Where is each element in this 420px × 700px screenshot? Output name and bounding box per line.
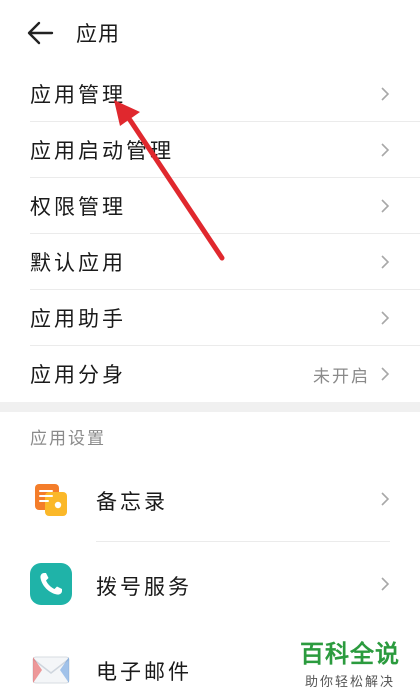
menu-item-label: 应用助手 — [30, 307, 126, 331]
watermark-logo: 百科全说 助你轻松解决 — [294, 634, 406, 692]
chevron-right-icon — [381, 143, 390, 157]
top-bar: 应用 — [0, 0, 420, 66]
menu-item-label: 权限管理 — [30, 195, 126, 219]
app-item-memo[interactable]: 备忘录 — [0, 464, 420, 542]
menu-item-default-apps[interactable]: 默认应用 — [0, 234, 420, 290]
watermark-tagline: 助你轻松解决 — [304, 675, 395, 690]
chevron-right-icon — [381, 311, 390, 325]
app-item-label: 电子邮件 — [96, 660, 192, 684]
memo-icon — [30, 478, 72, 520]
back-arrow-icon[interactable] — [26, 20, 54, 46]
menu-item-app-management[interactable]: 应用管理 — [0, 66, 420, 122]
page-title: 应用 — [76, 22, 120, 46]
settings-menu: 应用管理 应用启动管理 权限管理 默认应用 应用助手 应用分身 未开启 — [0, 66, 420, 402]
chevron-right-icon — [381, 577, 390, 591]
chevron-right-icon — [381, 87, 390, 101]
chevron-right-icon — [381, 255, 390, 269]
section-separator — [0, 402, 420, 412]
menu-item-permission-management[interactable]: 权限管理 — [0, 178, 420, 234]
chevron-right-icon — [381, 492, 390, 506]
menu-item-app-assistant[interactable]: 应用助手 — [0, 290, 420, 346]
menu-item-label: 应用管理 — [30, 83, 126, 107]
watermark-brand: 百科全说 — [300, 640, 400, 668]
app-item-label: 备忘录 — [96, 490, 168, 514]
app-item-dialer[interactable]: 拨号服务 — [0, 549, 420, 619]
menu-item-label: 应用分身 — [30, 363, 126, 387]
menu-item-app-twin[interactable]: 应用分身 未开启 — [0, 346, 420, 402]
mail-icon — [30, 648, 72, 690]
chevron-right-icon — [381, 367, 390, 381]
phone-icon — [30, 563, 72, 605]
divider — [96, 541, 390, 542]
menu-item-label: 默认应用 — [30, 251, 126, 275]
menu-item-app-startup-management[interactable]: 应用启动管理 — [0, 122, 420, 178]
chevron-right-icon — [381, 199, 390, 213]
app-item-label: 拨号服务 — [96, 575, 192, 599]
status-value: 未开启 — [313, 367, 370, 387]
section-title: 应用设置 — [30, 429, 106, 449]
menu-item-label: 应用启动管理 — [30, 139, 174, 163]
